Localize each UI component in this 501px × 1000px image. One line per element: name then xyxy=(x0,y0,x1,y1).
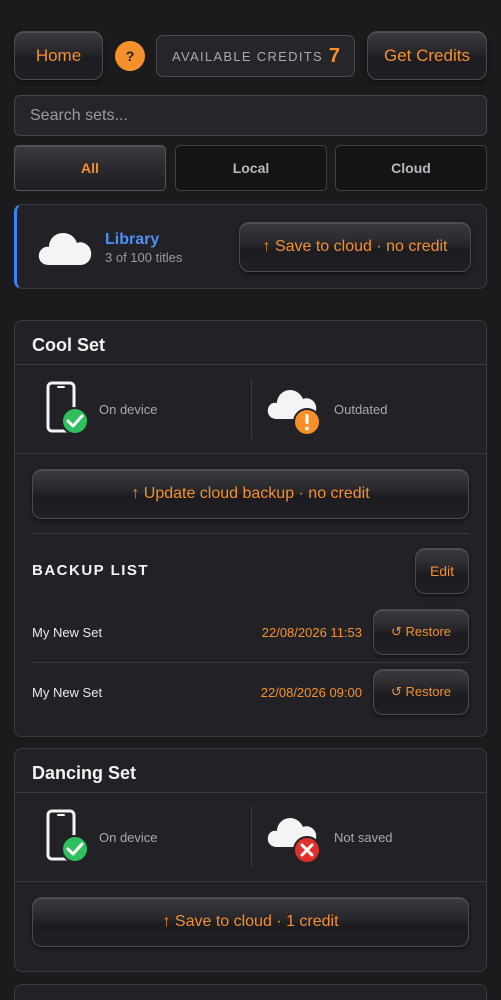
filter-tabs: All Local Cloud xyxy=(14,145,487,191)
divider xyxy=(15,792,486,793)
phone-check-icon xyxy=(46,381,89,435)
backup-name: My New Set xyxy=(32,625,103,640)
device-status: On device xyxy=(45,809,245,897)
cloud-status-text: Outdated xyxy=(334,402,388,417)
device-status-text: On device xyxy=(99,402,158,417)
library-title: Library xyxy=(105,231,160,248)
cloud-error-icon xyxy=(267,818,321,864)
device-status-text: On device xyxy=(99,830,158,845)
divider xyxy=(15,881,486,882)
filter-tab-cloud[interactable]: Cloud xyxy=(335,145,487,191)
save-to-cloud-button[interactable]: ↑ Save to cloud · 1 credit xyxy=(32,897,469,947)
restore-button[interactable]: ↺ Restore xyxy=(373,669,469,715)
library-save-to-cloud-button[interactable]: ↑ Save to cloud · no credit xyxy=(239,222,471,272)
divider xyxy=(32,533,469,534)
filter-tab-local[interactable]: Local xyxy=(175,145,327,191)
set-title: Cool Set xyxy=(32,335,106,355)
library-count: 3 of 100 titles xyxy=(105,250,183,265)
backup-row: My New Set 22/08/2026 09:00 ↺ Restore xyxy=(32,663,469,723)
divider xyxy=(15,453,486,454)
edit-backups-button[interactable]: Edit xyxy=(415,548,469,594)
help-button[interactable]: ? xyxy=(115,41,145,71)
backup-row: My New Set 22/08/2026 11:53 ↺ Restore xyxy=(32,603,469,663)
backup-name: My New Set xyxy=(32,685,103,700)
device-status: On device xyxy=(45,381,245,469)
search-input[interactable] xyxy=(14,95,487,136)
phone-check-icon xyxy=(46,809,89,863)
cloud-status: Not saved xyxy=(266,809,466,897)
top-bar: Home ? AVAILABLE CREDITS 7 Get Credits xyxy=(14,31,487,80)
cloud-status-text: Not saved xyxy=(334,830,393,845)
update-cloud-backup-button[interactable]: ↑ Update cloud backup · no credit xyxy=(32,469,469,519)
status-separator xyxy=(251,807,252,867)
backup-date: 22/08/2026 09:00 xyxy=(260,685,362,700)
backup-date: 22/08/2026 11:53 xyxy=(261,625,362,640)
cloud-status: Outdated xyxy=(266,381,466,469)
set-card-dancing-set: Dancing Set On device Not saved ↑ Save t… xyxy=(14,748,487,972)
cloud-warning-icon xyxy=(267,390,321,436)
credits-display: AVAILABLE CREDITS 7 xyxy=(156,35,355,77)
set-card-cool-set: Cool Set On device Outdated ↑ Update clo… xyxy=(14,320,487,737)
restore-button[interactable]: ↺ Restore xyxy=(373,609,469,655)
set-card-next xyxy=(14,984,487,1000)
divider xyxy=(15,364,486,365)
filter-tab-all[interactable]: All xyxy=(14,145,166,191)
credits-value: 7 xyxy=(328,44,340,67)
status-separator xyxy=(251,379,252,439)
credits-label: AVAILABLE CREDITS xyxy=(172,48,323,64)
backup-list-heading: BACKUP LIST xyxy=(32,562,150,579)
cloud-icon xyxy=(38,233,92,265)
home-button[interactable]: Home xyxy=(14,31,103,80)
get-credits-button[interactable]: Get Credits xyxy=(367,31,487,80)
library-panel: Library 3 of 100 titles ↑ Save to cloud … xyxy=(14,204,487,289)
set-title: Dancing Set xyxy=(32,763,137,783)
